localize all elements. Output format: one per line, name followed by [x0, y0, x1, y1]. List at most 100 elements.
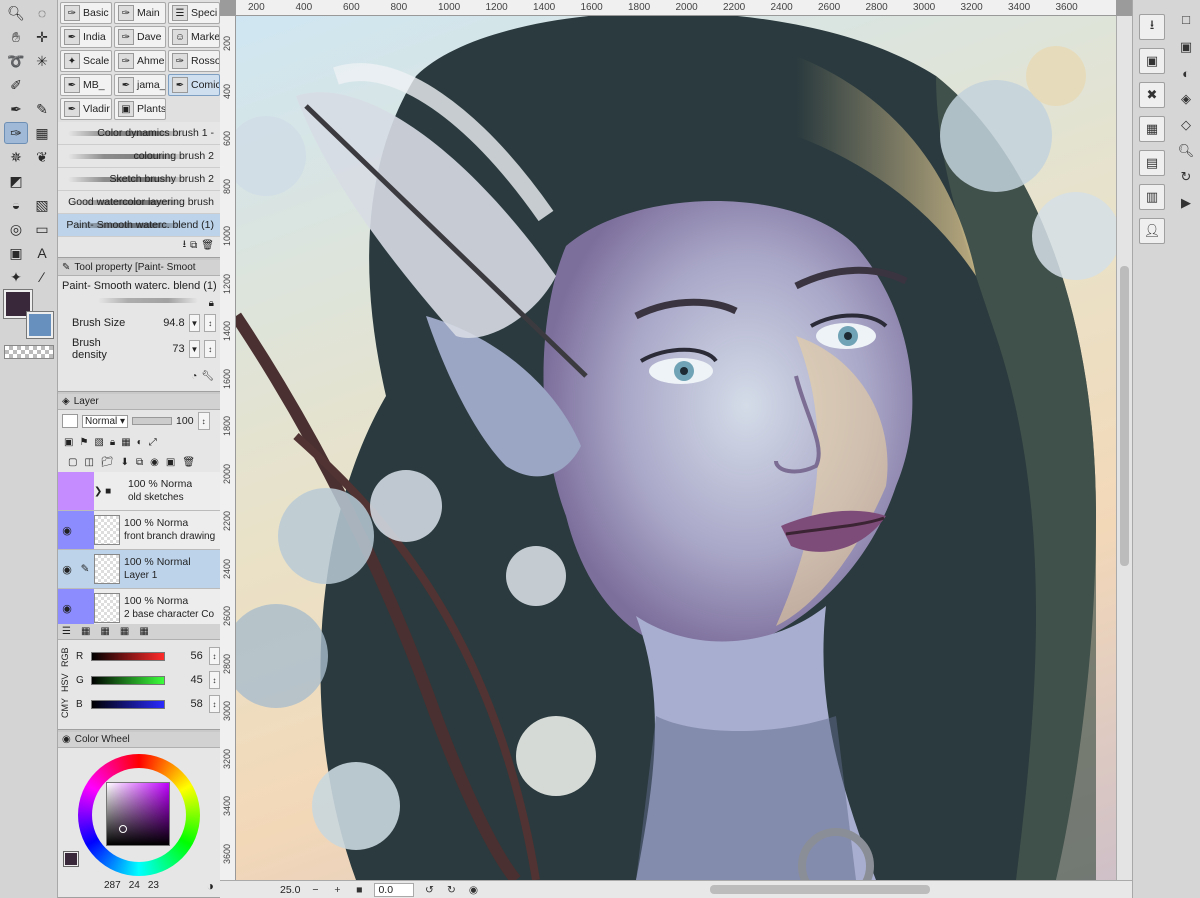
red-stepper[interactable]: ↕ [208, 647, 221, 665]
sub-color-swatch[interactable] [26, 311, 54, 339]
subtool-tab-marke[interactable]: ☺ Marke [168, 26, 220, 48]
subtool-tab-speci[interactable]: ☰ Speci [168, 2, 220, 24]
subtool-tab-scale[interactable]: ✦ Scale [60, 50, 112, 72]
move-tool-icon[interactable]: ✛ [30, 26, 54, 48]
decoration-tool-icon[interactable]: ❦ [30, 146, 54, 168]
lock-layer-icon[interactable]: 🔒︎ [110, 437, 115, 448]
brush-density-dropdown[interactable]: ▼ [188, 340, 201, 358]
red-slider[interactable] [91, 651, 166, 661]
pen-tool-icon[interactable]: ✒ [4, 98, 28, 120]
balloon-tool-icon[interactable]: ✦ [4, 266, 28, 288]
zoom-value[interactable]: 25.0 [280, 884, 300, 896]
fit-button[interactable]: ■ [352, 884, 366, 896]
red-value[interactable]: 56 [171, 650, 203, 662]
subtool-tab-main[interactable]: ✑ Main [114, 2, 166, 24]
auto-action-icon[interactable]: ▶ [1175, 192, 1197, 214]
brush-item[interactable]: Sketch brushy brush 2 [58, 168, 220, 191]
subtool-tab-rosso[interactable]: ✑ Rosso [168, 50, 220, 72]
brush-size-stepper[interactable]: ↕ [204, 314, 217, 332]
green-value[interactable]: 45 [171, 674, 203, 686]
vertical-scrollbar[interactable] [1116, 16, 1132, 880]
delete-layer-icon[interactable]: 🗑︎ [182, 457, 195, 468]
frame-tool-icon[interactable]: ▣ [4, 242, 28, 264]
reset-rotation-button[interactable]: ◉ [466, 884, 480, 896]
merge-down-icon[interactable]: ⧉ [136, 457, 143, 468]
layer-color-tag[interactable] [76, 472, 94, 510]
hsv-mode-tab[interactable]: HSV [60, 674, 70, 693]
material-icon[interactable]: ▣ [1175, 36, 1197, 58]
subtool-tab-vladir[interactable]: ✒ Vladir [60, 98, 112, 120]
correct-line-tool-icon[interactable]: ∕ [30, 266, 54, 288]
layer-color-box[interactable] [62, 414, 78, 428]
color-history-tab-icon[interactable]: ▦ [120, 626, 129, 637]
subtool-tab-dave[interactable]: ✑ Dave [114, 26, 166, 48]
layer-property-icon[interactable]: ▤ [1139, 150, 1165, 176]
export-icon[interactable]: ▣ [1139, 48, 1165, 74]
blue-stepper[interactable]: ↕ [208, 695, 221, 713]
new-vector-layer-icon[interactable]: ◫ [84, 457, 93, 468]
rotate-right-button[interactable]: ↻ [444, 884, 458, 896]
transfer-down-icon[interactable]: ⬇ [121, 457, 129, 468]
brush-item[interactable]: Good watercolor layering brush [58, 191, 220, 214]
layer-color-tag[interactable] [76, 511, 94, 549]
layer-color-tag[interactable] [76, 589, 94, 627]
history-icon[interactable]: ↻ [1175, 166, 1197, 188]
brush-item[interactable]: Color dynamics brush 1 - [58, 122, 220, 145]
similar-color-tab-icon[interactable]: ▦ [100, 626, 109, 637]
eye-icon[interactable]: ◉ [58, 589, 76, 627]
saturation-value-square[interactable] [106, 782, 170, 846]
opacity-stepper[interactable]: ↕ [197, 412, 210, 430]
transparent-icon[interactable]: ▦ [1139, 116, 1165, 142]
layer-row[interactable]: ◉ 100 % Norma front branch drawing [58, 511, 220, 550]
pen-icon[interactable]: ✎ [76, 550, 94, 588]
transparent-color-swatch[interactable] [4, 345, 54, 359]
lock-icon[interactable]: 🔒︎ [209, 298, 214, 309]
new-raster-layer-icon[interactable]: ▢ [68, 457, 77, 468]
layer-search-icon[interactable]: ◇ [1175, 114, 1197, 136]
hand-tool-icon[interactable]: ✋︎ [4, 26, 28, 48]
lock-transparency-icon[interactable]: ▦ [121, 437, 130, 448]
canvas-artwork[interactable] [236, 16, 1116, 880]
layer-stack-icon[interactable]: ◈ [1175, 88, 1197, 110]
eraser-tool-icon[interactable]: ◩ [4, 170, 28, 192]
wheel-main-color[interactable] [63, 851, 79, 867]
text-tool-icon[interactable]: A [30, 242, 54, 264]
ruler-icon[interactable]: ⤢ [149, 437, 157, 448]
green-slider[interactable] [91, 675, 166, 685]
horizontal-scroll-thumb[interactable] [710, 885, 930, 894]
lasso-tool-icon[interactable]: ➰ [4, 50, 28, 72]
zoom-in-button[interactable]: + [330, 884, 344, 896]
cmy-mode-tab[interactable]: CMY [60, 698, 70, 718]
rotate-left-button[interactable]: ↺ [422, 884, 436, 896]
eyedropper-tool-icon[interactable]: ✐ [4, 74, 28, 96]
duplicate-icon[interactable]: ⧉ [190, 240, 197, 251]
brush-size-value[interactable]: 94.8 [138, 317, 184, 329]
layer-mask-icon[interactable]: ◉ [150, 457, 159, 468]
selection-tool-icon[interactable]: ◌ [30, 2, 54, 24]
subtool-tab-ahme[interactable]: ✑ Ahme [114, 50, 166, 72]
draft-layer-icon[interactable]: ▧ [94, 437, 103, 448]
opacity-value[interactable]: 100 [176, 415, 194, 427]
eye-icon[interactable]: ◉ [58, 511, 76, 549]
brush-item[interactable]: Paint- Smooth waterc. blend (1) [58, 214, 220, 237]
subtool-tab-basic[interactable]: ✑ Basic [60, 2, 112, 24]
visibility-off-icon[interactable] [58, 472, 76, 510]
new-folder-icon[interactable]: 📁︎ [101, 457, 114, 468]
search-icon[interactable]: 🔍︎ [1175, 140, 1197, 162]
grid-tool-icon[interactable]: ▦ [30, 122, 54, 144]
import-icon[interactable]: ⭳ [183, 237, 187, 254]
save-icon[interactable]: ⭳ [1139, 14, 1165, 40]
subtool-tab-comic[interactable]: ✒ Comic [168, 74, 220, 96]
settings-icon[interactable]: ◔ [191, 371, 197, 382]
apply-mask-icon[interactable]: ▣ [166, 457, 175, 468]
brush-item[interactable]: colouring brush 2 [58, 145, 220, 168]
gradient-tool-icon[interactable]: ▧ [30, 194, 54, 216]
mask-icon[interactable]: ◐ [137, 437, 143, 448]
subtool-tab-mb[interactable]: ✒ MB_ [60, 74, 112, 96]
ruler-top[interactable]: 200 400 600 800 1000 1200 1400 1600 1800 2000 2200… [236, 0, 1116, 16]
figure-tool-icon[interactable]: ▭ [30, 218, 54, 240]
pencil-tool-icon[interactable]: ✎ [30, 98, 54, 120]
subtool-tab-jama[interactable]: ✒ jama_ [114, 74, 166, 96]
color-space-toggle-icon[interactable]: ◑ [207, 879, 214, 893]
subtool-tab-india[interactable]: ✒ India [60, 26, 112, 48]
